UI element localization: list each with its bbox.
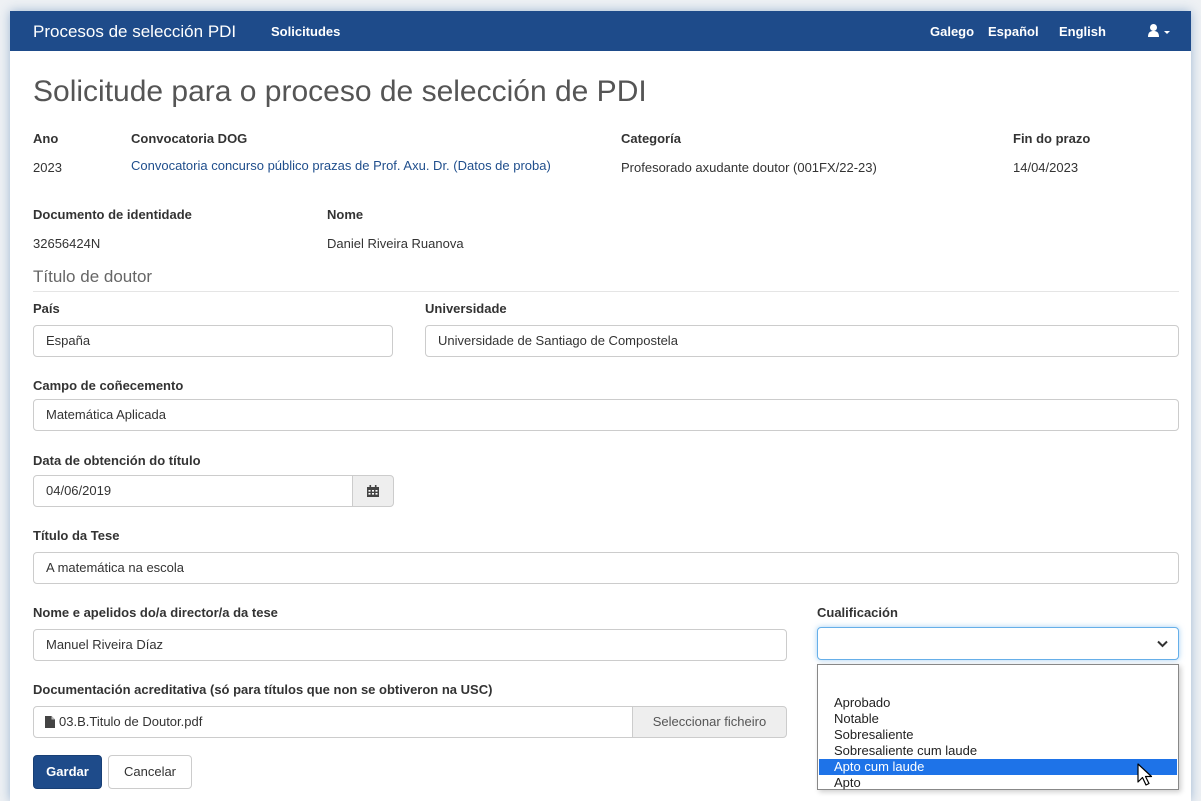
director-label: Nome e apelidos do/a director/a da tese [33, 605, 278, 620]
select-file-button[interactable]: Seleccionar ficheiro [632, 706, 787, 738]
cancel-button[interactable]: Cancelar [108, 755, 192, 789]
section-divider [33, 291, 1179, 292]
calendar-icon [367, 485, 379, 497]
option-apto[interactable]: Apto [819, 775, 1177, 791]
app-window: Procesos de selección PDI Solicitudes Ga… [10, 11, 1191, 801]
option-sobresaliente-cum-laude[interactable]: Sobresaliente cum laude [819, 743, 1177, 759]
campo-input[interactable]: Matemática Aplicada [33, 399, 1179, 431]
page-title: Solicitude para o proceso de selección d… [33, 75, 647, 108]
lang-english[interactable]: English [1059, 24, 1106, 39]
categoria-value: Profesorado axudante doutor (001FX/22-23… [621, 160, 877, 175]
data-label: Data de obtención do título [33, 453, 201, 468]
nome-value: Daniel Riveira Ruanova [327, 236, 464, 251]
chevron-down-icon [1157, 640, 1168, 648]
lang-espanol[interactable]: Español [988, 24, 1039, 39]
app-brand[interactable]: Procesos de selección PDI [33, 22, 236, 42]
option-notable[interactable]: Notable [819, 711, 1177, 727]
top-navbar: Procesos de selección PDI Solicitudes Ga… [10, 11, 1191, 51]
campo-label: Campo de coñecemento [33, 378, 184, 393]
cualificacion-select[interactable] [817, 627, 1179, 660]
universidade-label: Universidade [425, 301, 507, 316]
tese-input[interactable]: A matemática na escola [33, 552, 1179, 584]
tese-label: Título da Tese [33, 528, 120, 543]
cualificacion-label: Cualificación [817, 605, 898, 620]
nav-solicitudes[interactable]: Solicitudes [271, 24, 340, 39]
lang-galego[interactable]: Galego [930, 24, 974, 39]
file-icon [45, 716, 55, 728]
documento-value: 32656424N [33, 236, 101, 251]
option-aprobado[interactable]: Aprobado [819, 695, 1177, 711]
ano-label: Ano [33, 131, 59, 146]
convocatoria-label: Convocatoria DOG [131, 131, 248, 146]
user-icon [1148, 24, 1170, 37]
option-apto-cum-laude[interactable]: Apto cum laude [819, 759, 1177, 775]
mouse-cursor-icon [1137, 763, 1153, 786]
categoria-label: Categoría [621, 131, 681, 146]
pais-input[interactable]: España [33, 325, 393, 357]
nome-label: Nome [327, 207, 364, 222]
documento-label: Documento de identidade [33, 207, 192, 222]
section-title-doutor: Título de doutor [33, 267, 153, 286]
convocatoria-link[interactable]: Convocatoria concurso público prazas de … [131, 156, 571, 176]
fin-prazo-value: 14/04/2023 [1013, 160, 1079, 175]
option-sobresaliente[interactable]: Sobresaliente [819, 727, 1177, 743]
universidade-input[interactable]: Universidade de Santiago de Compostela [425, 325, 1179, 357]
data-input[interactable]: 04/06/2019 [33, 475, 353, 507]
director-input[interactable]: Manuel Riveira Díaz [33, 629, 787, 661]
cualificacion-dropdown-list: Aprobado Notable Sobresaliente Sobresali… [817, 664, 1179, 790]
documentacion-file-field[interactable]: 03.B.Titulo de Doutor.pdf [33, 706, 633, 738]
user-menu[interactable] [1148, 23, 1184, 41]
pais-label: País [33, 301, 60, 316]
documentacion-label: Documentación acreditativa (só para títu… [33, 682, 493, 697]
ano-value: 2023 [33, 160, 62, 175]
documentacion-file-name: 03.B.Titulo de Doutor.pdf [59, 714, 203, 729]
fin-prazo-label: Fin do prazo [1013, 131, 1091, 146]
calendar-button[interactable] [352, 475, 394, 507]
save-button[interactable]: Gardar [33, 755, 102, 789]
